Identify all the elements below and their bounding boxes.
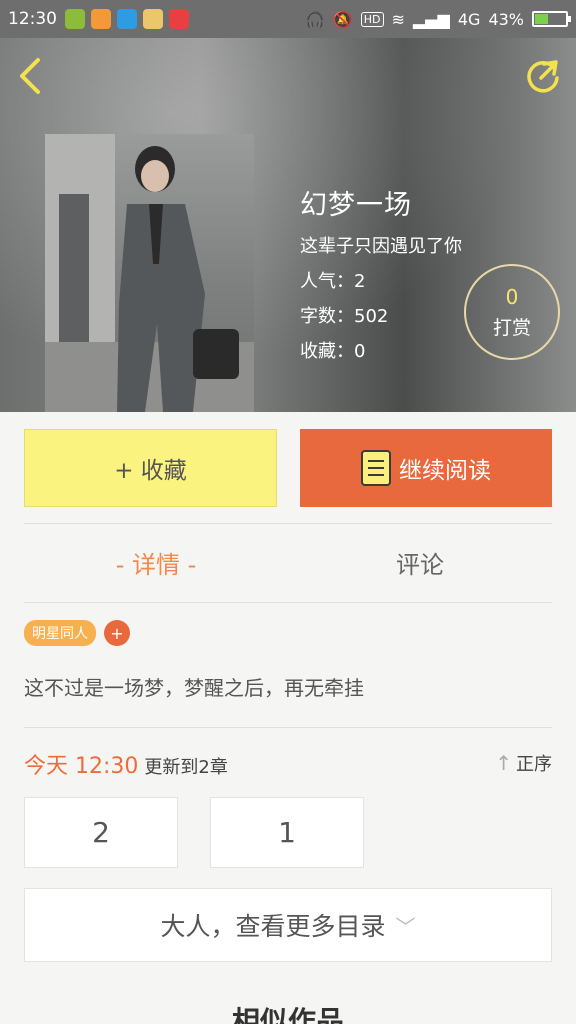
notification-icons [65, 9, 189, 29]
headphone-icon: 🎧 [304, 9, 325, 29]
chapter-item[interactable]: 1 [210, 797, 364, 868]
signal-icon: ▂▄▆ [412, 9, 450, 29]
app-notification-icon [91, 9, 111, 29]
divider [24, 602, 552, 603]
more-catalog-button[interactable]: 大人，查看更多目录 ﹀ [24, 888, 552, 962]
continue-reading-button[interactable]: 继续阅读 [300, 429, 552, 507]
divider [24, 727, 552, 728]
network-type: 4G [457, 9, 481, 29]
update-date: 今天 12:30 [24, 754, 139, 779]
sort-arrow-icon: ↑ [495, 751, 512, 775]
book-favorites: 收藏：0 [300, 341, 366, 362]
update-info: 今天 12:30 更新到2章 [24, 748, 228, 780]
hd-icon: HD [360, 11, 384, 27]
book-title: 幻梦一场 [300, 190, 412, 221]
sort-label: 正序 [516, 754, 552, 775]
app-notification-icon [65, 9, 85, 29]
chevron-down-icon: ﹀ [395, 914, 416, 939]
battery-percent: 43% [488, 9, 524, 29]
book-word-count: 字数：502 [300, 306, 389, 327]
tag-list: 明星同人 + [24, 620, 130, 646]
book-cover-image [45, 134, 254, 412]
book-info: 幻梦一场 这辈子只因遇见了你 人气：2 字数：502 收藏：0 [300, 183, 462, 376]
book-popularity: 人气：2 [300, 271, 366, 292]
tab-comment[interactable]: 评论 [320, 545, 520, 585]
app-notification-icon [143, 9, 163, 29]
continue-reading-label: 继续阅读 [399, 458, 491, 484]
tip-label: 打赏 [492, 316, 531, 339]
add-tag-button[interactable]: + [104, 620, 130, 646]
similar-works-heading: 相似作品 [231, 1005, 344, 1024]
tip-count: 0 [505, 284, 519, 309]
collect-button[interactable]: + 收藏 [24, 429, 277, 507]
app-notification-icon [117, 9, 137, 29]
mute-icon: 🔕 [332, 9, 353, 29]
app-notification-icon [169, 9, 189, 29]
update-chapters: 更新到2章 [144, 757, 228, 778]
more-catalog-label: 大人，查看更多目录 [160, 912, 386, 941]
chapter-item[interactable]: 2 [24, 797, 178, 868]
back-arrow-icon[interactable] [14, 56, 50, 96]
book-icon [361, 450, 391, 486]
tip-button[interactable]: 0 打赏 [464, 264, 560, 360]
book-description: 这不过是一场梦，梦醒之后，再无牵挂 [24, 676, 364, 700]
wifi-icon: ≋ [391, 9, 405, 29]
battery-icon [532, 11, 571, 27]
status-time: 12:30 [8, 9, 57, 29]
genre-tag[interactable]: 明星同人 [24, 620, 96, 646]
tab-detail[interactable]: - 详情 - [56, 545, 256, 585]
book-subtitle: 这辈子只因遇见了你 [300, 236, 462, 257]
status-bar: 12:30 🎧 🔕 HD ≋ ▂▄▆ 4G 43% [0, 0, 576, 38]
divider [24, 523, 552, 524]
book-header: 幻梦一场 这辈子只因遇见了你 人气：2 字数：502 收藏：0 0 打赏 [0, 38, 576, 412]
sort-button[interactable]: ↑ 正序 [495, 750, 552, 776]
share-icon[interactable] [524, 56, 562, 94]
